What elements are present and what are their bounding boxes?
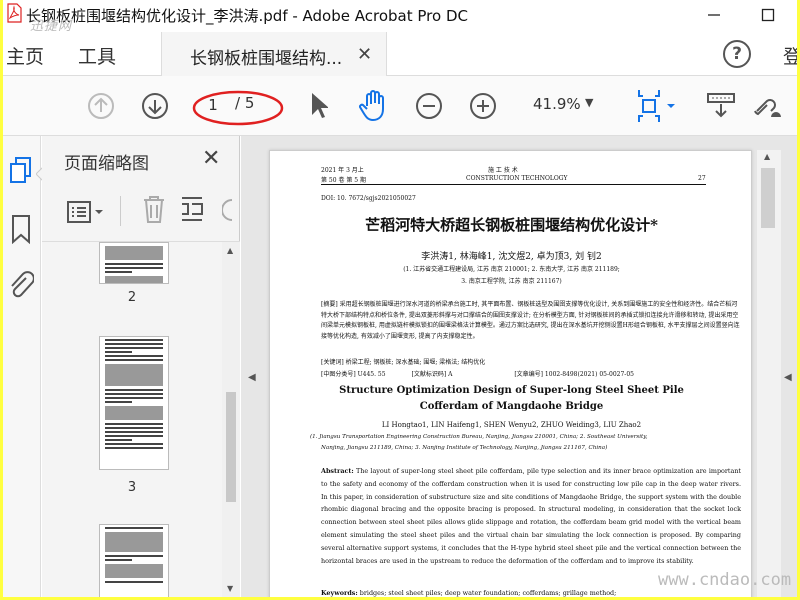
chinese-affiliation: (1. 江苏省交通工程建设局, 江苏 南京 210001; 2. 东南大学, 江… — [403, 266, 620, 273]
panel-title: 页面缩略图 — [64, 154, 149, 174]
pdf-page: 2021 年 3 月上 第 50 卷 第 5 期 施 工 技 术 CONSTRU… — [269, 150, 752, 597]
thumbnail-label: 2 — [127, 290, 137, 305]
english-affiliation: Nanjing, Jiangsu 211189, China; 3. Nanji… — [321, 445, 608, 451]
chinese-title: 芒稻河特大桥超长钢板桩围堰结构优化设计* — [365, 216, 658, 234]
help-button[interactable]: ? — [723, 40, 751, 68]
attachment-icon[interactable] — [8, 270, 34, 302]
close-panel-icon[interactable]: ✕ — [202, 146, 220, 171]
keywords-text: bridges; steel sheet piles; deep water f… — [357, 589, 617, 597]
abstract-label: Abstract: — [321, 467, 354, 475]
fit-page-icon[interactable] — [635, 88, 677, 124]
previous-page-icon[interactable] — [87, 92, 115, 120]
page-thumbnails-icon[interactable] — [8, 156, 34, 186]
acrobat-logo-icon — [5, 3, 23, 23]
document-code: [文献标识码] A — [411, 371, 453, 378]
journal-volume: 第 50 卷 第 5 期 — [321, 177, 366, 184]
keyboard-scroll-icon[interactable] — [706, 92, 736, 120]
scrollbar-thumb[interactable] — [761, 168, 775, 228]
bookmark-icon[interactable] — [10, 214, 32, 244]
zoom-out-icon[interactable] — [415, 92, 443, 120]
document-scrollbar[interactable]: ▲ — [757, 150, 781, 597]
zoom-in-icon[interactable] — [469, 92, 497, 120]
toolbar: 1 / 5 41.9% ▼ — [3, 76, 797, 136]
watermark-url: www.cndao.com — [658, 570, 792, 590]
maximize-button[interactable] — [753, 4, 783, 26]
next-page-icon[interactable] — [141, 92, 169, 120]
journal-name-en: CONSTRUCTION TECHNOLOGY — [466, 175, 568, 182]
redo-icon[interactable] — [222, 196, 236, 224]
abstract-text: The layout of super-long steel sheet pil… — [321, 467, 741, 565]
zoom-level-select[interactable]: 41.9% — [533, 95, 581, 113]
zoom-dropdown-icon[interactable]: ▼ — [585, 96, 593, 109]
minimize-button[interactable] — [699, 4, 729, 26]
window-title: 长钢板桩围堰结构优化设计_李洪涛.pdf - Adobe Acrobat Pro… — [26, 7, 468, 25]
tab-tools[interactable]: 工具 — [78, 42, 116, 69]
acrobat-window: 长钢板桩围堰结构优化设计_李洪涛.pdf - Adobe Acrobat Pro… — [3, 0, 797, 597]
close-tab-icon[interactable]: ✕ — [357, 44, 372, 65]
thumbnail-label: 3 — [127, 480, 137, 495]
page-number: 27 — [698, 175, 706, 182]
classification-line: [中图分类号] U445. 55 [文献标识码] A [文章编号] 1002-8… — [321, 369, 741, 378]
page-thumbnail[interactable] — [99, 242, 169, 284]
collapse-left-pane-icon[interactable]: ◀ — [248, 372, 256, 383]
hand-tool-icon[interactable] — [358, 89, 390, 123]
article-number: [文章编号] 1002-8498(2021) 05-0027-05 — [514, 371, 634, 378]
classification-number: [中图分类号] U445. 55 — [321, 371, 386, 378]
tab-bar: 主页 工具 长钢板桩围堰结构... ✕ ? 登 — [3, 32, 797, 76]
page-thumbnails-panel: 页面缩略图 ✕ 2 3 ▲ ▼ — [42, 136, 240, 597]
select-pointer-icon[interactable] — [308, 91, 328, 121]
options-menu-icon[interactable] — [67, 200, 105, 224]
rotate-page-icon[interactable] — [180, 194, 206, 224]
chinese-authors: 李洪涛1, 林海峰1, 沈文煜2, 卓为顶3, 刘 钊2 — [421, 252, 602, 262]
document-viewer[interactable]: 2021 年 3 月上 第 50 卷 第 5 期 施 工 技 术 CONSTRU… — [241, 136, 797, 597]
title-bar: 长钢板桩围堰结构优化设计_李洪涛.pdf - Adobe Acrobat Pro… — [3, 0, 797, 34]
left-rail — [3, 136, 45, 597]
keywords-label: Keywords: — [321, 589, 358, 597]
thumbnail-scrollbar[interactable]: ▲ ▼ — [222, 242, 240, 597]
english-abstract: Abstract: The layout of super-long steel… — [321, 465, 741, 567]
tab-document[interactable]: 长钢板桩围堰结构... ✕ — [161, 32, 387, 76]
chinese-affiliation: 3. 南京工程学院, 江苏 南京 211167) — [461, 278, 562, 285]
english-title: Structure Optimization Design of Super-l… — [339, 385, 684, 396]
scroll-up-icon[interactable]: ▲ — [764, 152, 770, 161]
tab-home[interactable]: 主页 — [6, 42, 44, 69]
document-tab-label: 长钢板桩围堰结构... — [190, 49, 343, 69]
toolbar-divider — [120, 196, 121, 226]
expand-right-pane-icon[interactable]: ◀ — [784, 372, 792, 383]
english-title: Cofferdam of Mangdaohe Bridge — [419, 401, 604, 412]
panel-toolbar — [42, 182, 240, 242]
page-thumbnail[interactable] — [99, 524, 169, 597]
english-keywords: Keywords: bridges; steel sheet piles; de… — [321, 589, 741, 597]
english-authors: LI Hongtao1, LIN Haifeng1, SHEN Wenyu2, … — [381, 421, 642, 429]
header-rule — [321, 184, 706, 185]
english-affiliation: (1. Jiangsu Transportation Engineering C… — [310, 434, 648, 440]
share-link-icon[interactable] — [751, 91, 785, 121]
scroll-down-icon[interactable]: ▼ — [227, 584, 233, 593]
journal-name-cn: 施 工 技 术 — [488, 167, 518, 174]
delete-page-icon[interactable] — [141, 194, 167, 224]
doi: DOI: 10. 7672/sgjs2021050027 — [321, 195, 416, 202]
scroll-up-icon[interactable]: ▲ — [227, 246, 233, 255]
sign-in-button[interactable]: 登 — [783, 42, 797, 69]
page-thumbnail[interactable] — [99, 336, 169, 470]
red-ellipse-annotation — [192, 90, 284, 126]
thumbnail-list: 2 3 — [42, 242, 222, 597]
scrollbar-thumb[interactable] — [226, 392, 236, 502]
chinese-keywords: [关键词] 桥梁工程; 钢板桩; 深水基础; 围堰; 梁格法; 结构优化 — [321, 359, 486, 366]
chinese-abstract: [摘要] 采用超长钢板桩围堰进行深水河道的桥梁承台施工时, 其平面布置、钢板桩选… — [321, 301, 740, 340]
journal-date: 2021 年 3 月上 — [321, 167, 364, 174]
